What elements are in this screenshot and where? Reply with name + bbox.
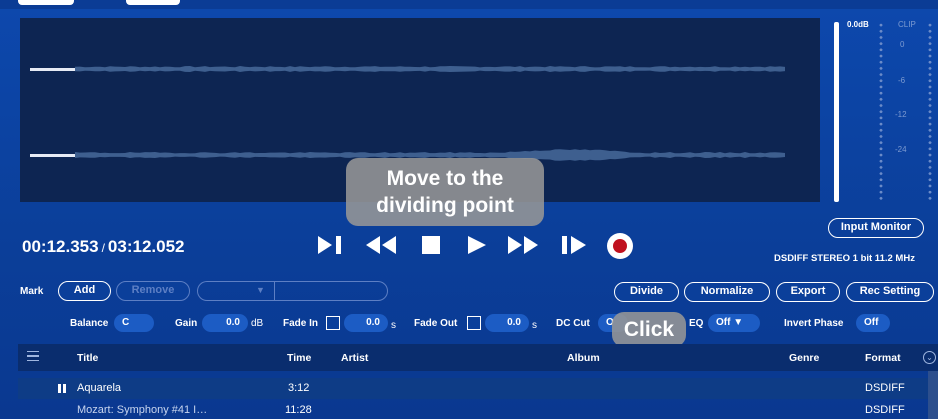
eq-select[interactable]: Off ▼ bbox=[708, 314, 760, 332]
level-meter-bar bbox=[834, 22, 839, 202]
row-time: 3:12 bbox=[288, 382, 310, 394]
meter-tick-0: 0 bbox=[900, 40, 905, 49]
waveform-right-played bbox=[30, 154, 75, 157]
top-strip bbox=[0, 0, 938, 9]
fade-in-checkbox[interactable] bbox=[326, 316, 340, 330]
record-icon bbox=[613, 239, 627, 253]
fade-out-label: Fade Out bbox=[414, 318, 458, 329]
balance-field[interactable]: C bbox=[114, 314, 154, 332]
pause-icon bbox=[58, 384, 66, 393]
record-button[interactable] bbox=[607, 233, 633, 259]
recorder-app: 0.0dB CLIP 0 -6 -12 -24 Input Monitor Mo… bbox=[0, 0, 938, 419]
col-format[interactable]: Format bbox=[865, 352, 901, 364]
normalize-button[interactable]: Normalize bbox=[684, 282, 770, 302]
invert-phase-label: Invert Phase bbox=[784, 318, 844, 329]
row-title: Mozart: Symphony #41 I… bbox=[77, 404, 208, 416]
export-button[interactable]: Export bbox=[776, 282, 840, 302]
balance-label: Balance bbox=[70, 318, 109, 329]
divide-button[interactable]: Divide bbox=[614, 282, 679, 302]
next-mark-icon[interactable] bbox=[560, 232, 590, 258]
skip-to-mark-icon[interactable] bbox=[316, 232, 346, 258]
time-separator: / bbox=[101, 241, 105, 255]
table-scrollbar[interactable] bbox=[928, 371, 938, 419]
move-tooltip-line1: Move to the bbox=[386, 167, 504, 190]
current-time: 00:12.353 bbox=[22, 237, 99, 256]
fade-out-field[interactable]: 0.0 bbox=[485, 314, 529, 332]
stop-icon[interactable] bbox=[420, 232, 446, 258]
fade-out-unit: s bbox=[532, 320, 537, 331]
move-tooltip: Move to the dividing point bbox=[346, 158, 544, 226]
fast-forward-icon[interactable] bbox=[506, 232, 542, 258]
chevron-down-icon: ▼ bbox=[256, 285, 265, 295]
format-status: DSDIFF STEREO 1 bit 11.2 MHz bbox=[774, 253, 915, 264]
mark-label: Mark bbox=[20, 286, 44, 297]
col-artist[interactable]: Artist bbox=[341, 352, 368, 364]
col-album[interactable]: Album bbox=[567, 352, 600, 364]
move-tooltip-line2: dividing point bbox=[376, 194, 514, 217]
menu-icon[interactable] bbox=[27, 351, 39, 361]
row-format: DSDIFF bbox=[865, 404, 905, 416]
dc-cut-label: DC Cut bbox=[556, 318, 590, 329]
meter-clip-label: CLIP bbox=[898, 20, 916, 29]
meter-db-readout: 0.0dB bbox=[847, 20, 869, 29]
rec-setting-button[interactable]: Rec Setting bbox=[846, 282, 934, 302]
col-title[interactable]: Title bbox=[77, 352, 98, 364]
meter-dots-right bbox=[928, 22, 932, 202]
invert-phase-field[interactable]: Off bbox=[856, 314, 890, 332]
eq-label: EQ bbox=[689, 318, 704, 329]
row-format: DSDIFF bbox=[865, 382, 905, 394]
remove-mark-button[interactable]: Remove bbox=[116, 281, 190, 301]
rewind-icon[interactable] bbox=[364, 232, 400, 258]
fade-in-unit: s bbox=[391, 320, 396, 331]
row-title: Aquarela bbox=[77, 382, 122, 394]
waveform-left-played bbox=[30, 68, 75, 71]
table-header: Title Time Artist Album Genre Format ⌄ bbox=[18, 344, 938, 371]
table-row[interactable]: Mozart: Symphony #41 I… 11:28 DSDIFF bbox=[18, 400, 928, 419]
time-display: 00:12.353/03:12.052 bbox=[22, 237, 185, 257]
col-time[interactable]: Time bbox=[287, 352, 311, 364]
fade-out-checkbox[interactable] bbox=[467, 316, 481, 330]
row-time: 11:28 bbox=[285, 404, 312, 416]
mark-select[interactable]: ▼ bbox=[197, 281, 275, 301]
meter-dots-left bbox=[879, 22, 883, 202]
meter-tick-24: -24 bbox=[895, 145, 907, 154]
column-toggle-icon[interactable]: ⌄ bbox=[923, 351, 936, 364]
gain-field[interactable]: 0.0 bbox=[202, 314, 248, 332]
gain-unit: dB bbox=[251, 318, 264, 329]
click-tooltip: Click bbox=[612, 312, 686, 347]
table-row[interactable]: Aquarela 3:12 DSDIFF bbox=[18, 378, 928, 399]
meter-tick-6: -6 bbox=[898, 76, 906, 85]
fade-in-label: Fade In bbox=[283, 318, 319, 329]
fade-in-field[interactable]: 0.0 bbox=[344, 314, 388, 332]
total-time: 03:12.052 bbox=[107, 237, 185, 256]
gain-label: Gain bbox=[175, 318, 198, 329]
mark-name-field[interactable] bbox=[274, 281, 388, 301]
input-monitor-button[interactable]: Input Monitor bbox=[828, 218, 924, 238]
col-genre[interactable]: Genre bbox=[789, 352, 819, 364]
play-icon[interactable] bbox=[466, 232, 490, 258]
meter-tick-12: -12 bbox=[895, 110, 907, 119]
add-mark-button[interactable]: Add bbox=[58, 281, 111, 301]
waveform-left-channel bbox=[75, 66, 785, 72]
